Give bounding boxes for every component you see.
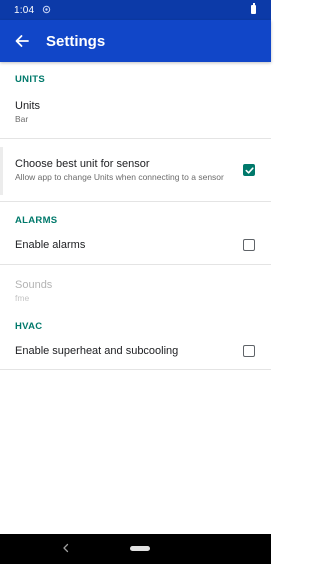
units-preference-title: Units	[15, 99, 41, 112]
status-time: 1:04	[14, 4, 35, 16]
superheat-checkbox[interactable]	[243, 344, 255, 357]
units-preference[interactable]: Units Bar	[0, 85, 271, 139]
status-bar: 1:04	[0, 0, 271, 20]
superheat-preference[interactable]: Enable superheat and subcooling	[0, 332, 271, 370]
battery-icon	[251, 3, 256, 14]
section-header-units: UNITS	[15, 74, 45, 85]
app-bar: Settings	[0, 20, 271, 62]
scroll-indicator	[0, 147, 3, 195]
best-unit-checkbox[interactable]	[243, 164, 255, 176]
enable-alarms-title: Enable alarms	[15, 239, 86, 251]
enable-alarms-preference[interactable]: Enable alarms	[0, 226, 271, 265]
arrow-back-icon	[15, 35, 29, 47]
page-title: Settings	[46, 32, 106, 50]
best-unit-preference-title: Choose best unit for sensor	[15, 158, 150, 170]
sounds-preference-summary: fme	[15, 293, 30, 303]
system-navigation-bar	[0, 534, 271, 564]
sounds-preference-title: Sounds	[15, 279, 53, 291]
sensor-notification-icon	[42, 5, 51, 16]
superheat-preference-title: Enable superheat and subcooling	[15, 344, 179, 357]
units-preference-summary: Bar	[15, 113, 29, 124]
check-icon	[245, 166, 254, 174]
section-header-hvac: HVAC	[15, 321, 43, 332]
nav-home-pill-icon[interactable]	[130, 546, 150, 551]
settings-list: UNITS Units Bar Choose best unit for sen…	[0, 62, 271, 370]
section-header-alarms: ALARMS	[15, 215, 58, 226]
enable-alarms-checkbox[interactable]	[243, 239, 255, 251]
back-button[interactable]	[0, 20, 44, 62]
nav-back-icon[interactable]	[62, 543, 70, 553]
best-unit-preference-summary: Allow app to change Units when connectin…	[15, 172, 224, 182]
best-unit-preference[interactable]: Choose best unit for sensor Allow app to…	[0, 139, 271, 202]
sounds-preference: Sounds fme	[0, 265, 271, 317]
